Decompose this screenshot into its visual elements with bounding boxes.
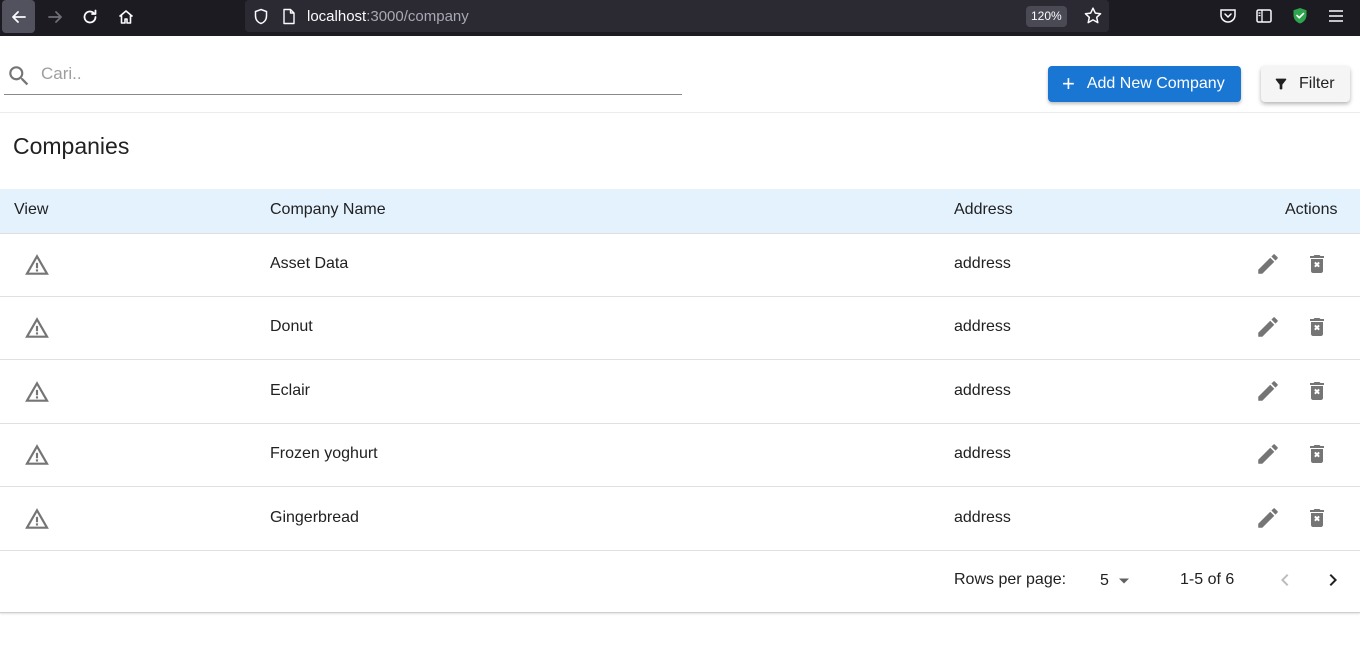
table-pagination: Rows per page: 5 1-5 of 6 [0,550,1360,612]
menu-icon[interactable] [1327,6,1345,26]
browser-toolbar: localhost:3000/company 120% [0,0,1360,36]
company-name-cell: Asset Data [270,255,349,272]
company-name-cell: Frozen yoghurt [270,445,378,463]
table-row: Donut address [0,297,1360,361]
filter-button[interactable]: Filter [1261,66,1350,102]
arrow-right-icon [47,10,62,23]
address-cell: address [954,508,1011,526]
back-button[interactable] [2,0,35,33]
search-input[interactable] [41,59,661,89]
filter-label: Filter [1299,75,1335,92]
company-name-cell: Eclair [270,381,311,399]
column-header-company-name[interactable]: Company Name [270,201,386,219]
delete-icon[interactable] [1305,314,1329,345]
address-cell: address [954,255,1011,272]
bookmark-star-icon[interactable] [1083,6,1103,26]
pencil-icon[interactable] [1255,441,1281,472]
address-cell: address [954,445,1011,463]
pocket-icon[interactable] [1219,6,1237,26]
pencil-icon[interactable] [1255,505,1281,536]
address-cell: address [954,318,1011,336]
warning-triangle-icon[interactable] [24,379,50,410]
table-row: Gingerbread address [0,488,1360,551]
pagination-range: 1-5 of 6 [1180,571,1235,588]
address-cell: address [954,381,1011,399]
companies-card: Companies View Company Name Address Acti… [0,113,1360,613]
pencil-icon[interactable] [1255,314,1281,345]
reload-icon [83,9,96,23]
delete-icon[interactable] [1305,505,1329,536]
pencil-icon[interactable] [1255,378,1281,409]
warning-triangle-icon[interactable] [24,506,50,537]
filter-icon [1275,78,1287,90]
zoom-indicator[interactable]: 120% [1026,6,1067,27]
pencil-icon[interactable] [1255,251,1281,282]
address-bar[interactable]: localhost:3000/company [245,0,1109,32]
url-text: localhost:3000/company [307,8,469,25]
home-button[interactable] [109,0,142,33]
forward-button[interactable] [38,0,71,33]
caret-down-icon [1118,578,1129,584]
search-icon [9,66,29,86]
table-row: Eclair address [0,361,1360,424]
company-name-cell: Gingerbread [270,508,359,526]
rows-per-page-label: Rows per page: [954,571,1067,588]
extension-shield-icon[interactable] [1291,6,1309,26]
page-title: Companies [13,133,130,159]
table-row: Asset Data address [0,234,1360,297]
table-header: View Company Name Address Actions [0,189,1360,234]
shield-icon [254,8,268,25]
warning-triangle-icon[interactable] [24,252,50,283]
sidebar-icon[interactable] [1255,6,1273,26]
delete-icon[interactable] [1305,251,1329,282]
arrow-left-icon [11,10,26,23]
add-company-button[interactable]: + Add New Company [1048,66,1241,102]
warning-triangle-icon[interactable] [24,315,50,346]
delete-icon[interactable] [1305,378,1329,409]
table-row: Frozen yoghurt address [0,424,1360,488]
reload-button[interactable] [73,0,106,33]
add-company-label: Add New Company [1086,75,1225,92]
chevron-left-icon[interactable] [1273,568,1297,592]
column-header-actions: Actions [1285,201,1338,218]
rows-per-page-select[interactable]: 5 [1100,567,1140,595]
plus-icon: + [1062,71,1075,96]
column-header-view: View [14,201,49,218]
search-field [4,53,682,95]
chevron-right-icon[interactable] [1321,568,1345,592]
warning-triangle-icon[interactable] [24,442,50,473]
column-header-address[interactable]: Address [954,201,1013,219]
company-name-cell: Donut [270,318,313,336]
delete-icon[interactable] [1305,441,1329,472]
page-icon [283,8,295,25]
home-icon [118,9,133,24]
rows-per-page-value: 5 [1100,572,1109,589]
